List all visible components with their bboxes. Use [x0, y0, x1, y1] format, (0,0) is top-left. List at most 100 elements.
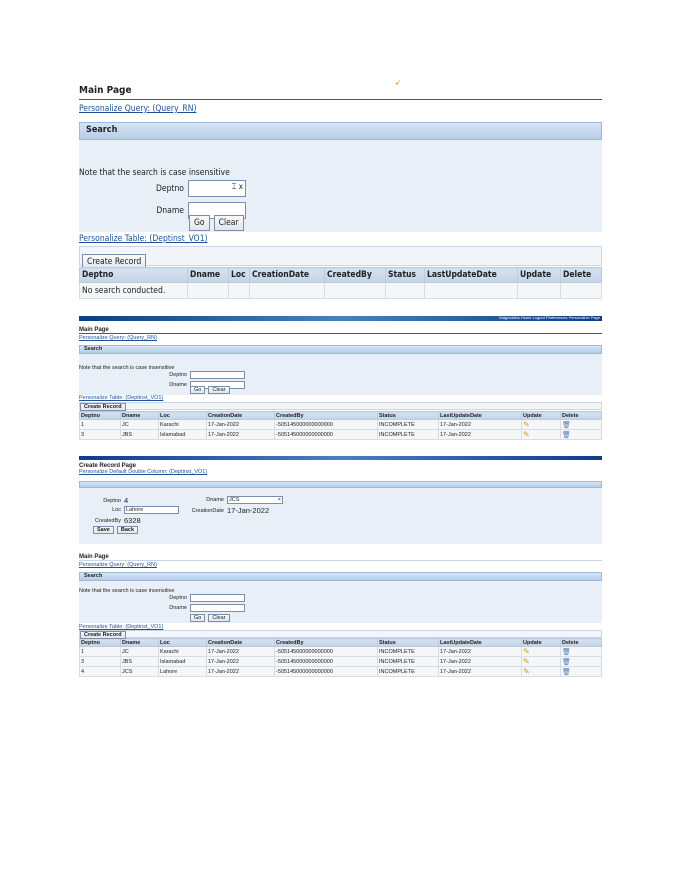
- personalize-query-link[interactable]: Personalize Query: (Query_RN): [79, 335, 602, 341]
- deptno-label: Deptno: [103, 497, 121, 504]
- form-area: Deptno 4 Dname JCS × Loc Lahore Creation…: [79, 488, 602, 544]
- deptno-label: Deptno: [169, 595, 187, 601]
- table-toolbar: Create Record: [79, 630, 602, 639]
- createdby-value: 6328: [124, 516, 141, 525]
- screenshot-main-page-after-insert: Main Page Personalize Query: (Query_RN) …: [79, 554, 602, 677]
- go-button[interactable]: Go: [190, 386, 206, 394]
- go-button[interactable]: Go: [189, 215, 210, 231]
- cell-loc: Karachi: [158, 646, 207, 657]
- screenshot-create-record: Create Record Page Personalize Default D…: [79, 456, 602, 544]
- loc-label: Loc: [112, 507, 121, 513]
- col-status[interactable]: Status: [377, 411, 439, 420]
- table-header-row: Deptno Dname Loc CreationDate CreatedBy …: [79, 267, 602, 283]
- dname-label: Dname: [156, 205, 184, 216]
- global-links[interactable]: Diagnostics Home Logout Preferences Pers…: [499, 315, 600, 320]
- col-deptno[interactable]: Deptno: [79, 411, 121, 420]
- table-row: 4 JCS Lahore 17-Jan-2022 -50514500000000…: [79, 666, 602, 677]
- col-loc[interactable]: Loc: [228, 267, 250, 283]
- screenshot-main-page-results: Diagnostics Home Logout Preferences Pers…: [79, 315, 602, 440]
- table-row: No search conducted.: [79, 282, 602, 299]
- col-dname[interactable]: Dname: [120, 638, 159, 647]
- cell-creationdate: 17-Jan-2022: [206, 646, 275, 657]
- col-loc[interactable]: Loc: [158, 638, 207, 647]
- table-row: 1 JC Karachi 17-Jan-2022 -50514500000000…: [79, 646, 602, 657]
- col-creationdate[interactable]: CreationDate: [206, 638, 275, 647]
- clear-x-icon[interactable]: ×: [278, 497, 281, 503]
- cell-lastupdatedate: 17-Jan-2022: [438, 656, 522, 667]
- col-creationdate[interactable]: CreationDate: [206, 411, 275, 420]
- page-title: Main Page: [79, 321, 602, 334]
- col-createdby[interactable]: CreatedBy: [274, 411, 378, 420]
- search-area: Note that the search is case insensitive…: [79, 140, 602, 232]
- col-deptno[interactable]: Deptno: [79, 267, 188, 283]
- personalize-query-link[interactable]: Personalize Query: (Query_RN): [79, 104, 602, 114]
- col-update: Update: [521, 411, 561, 420]
- col-lastupdatedate[interactable]: LastUpdateDate: [438, 638, 522, 647]
- clear-button[interactable]: Clear: [208, 386, 230, 394]
- cell-deptno: 1: [79, 646, 121, 657]
- empty-message: No search conducted.: [79, 282, 188, 299]
- pencil-icon[interactable]: ✎: [523, 430, 530, 439]
- personalize-table-link[interactable]: Personalize Table: (Deptinst_VO1): [79, 234, 208, 244]
- col-deptno[interactable]: Deptno: [79, 638, 121, 647]
- page-title: Main Page: [79, 554, 602, 561]
- go-button[interactable]: Go: [190, 614, 206, 622]
- cell-deptno: 1: [79, 419, 121, 430]
- col-createdby[interactable]: CreatedBy: [274, 638, 378, 647]
- table-toolbar: Create Record: [79, 402, 602, 411]
- create-record-button[interactable]: Create Record: [80, 631, 126, 639]
- cell-createdby: -505145000000000000: [274, 419, 378, 430]
- col-status[interactable]: Status: [377, 638, 439, 647]
- create-record-button[interactable]: Create Record: [80, 403, 126, 411]
- page-title: Create Record Page: [79, 463, 137, 469]
- col-loc[interactable]: Loc: [158, 411, 207, 420]
- pencil-icon[interactable]: ✎: [523, 657, 530, 666]
- cell-dname: JBS: [120, 656, 159, 667]
- col-dname[interactable]: Dname: [120, 411, 159, 420]
- loc-input[interactable]: Lahore: [124, 506, 179, 514]
- save-button[interactable]: Save: [93, 526, 114, 534]
- pencil-icon[interactable]: ✎: [523, 667, 530, 676]
- pencil-icon[interactable]: ✎: [523, 647, 530, 656]
- trash-icon[interactable]: 🗑: [562, 659, 571, 666]
- trash-icon[interactable]: 🗑: [562, 422, 571, 429]
- loc-input-value: Lahore: [126, 507, 144, 513]
- table-row: 3 JBS Islamabad 17-Jan-2022 -50514500000…: [79, 656, 602, 667]
- createdby-label: CreatedBy: [95, 517, 121, 524]
- col-createdby[interactable]: CreatedBy: [324, 267, 386, 283]
- personalize-query-link[interactable]: Personalize Query: (Query_RN): [79, 562, 602, 568]
- col-dname[interactable]: Dname: [187, 267, 229, 283]
- personalize-table-link[interactable]: Personalize Table: (Deptinst_VO1): [79, 395, 163, 401]
- back-button[interactable]: Back: [116, 526, 139, 534]
- deptno-input[interactable]: [190, 594, 245, 602]
- personalize-link[interactable]: Personalize Default Double Column: (Dept…: [79, 469, 602, 475]
- deptno-input[interactable]: ⌶ x: [188, 180, 246, 197]
- dname-input[interactable]: [190, 604, 245, 612]
- col-lastupdatedate[interactable]: LastUpdateDate: [438, 411, 522, 420]
- cell-dname: JBS: [120, 429, 159, 440]
- table-row: 1 JC Karachi 17-Jan-2022 -50514500000000…: [79, 419, 602, 430]
- deptno-input[interactable]: [190, 371, 245, 379]
- clear-button[interactable]: Clear: [213, 215, 244, 231]
- cell-loc: Islamabad: [158, 429, 207, 440]
- trash-icon[interactable]: 🗑: [562, 432, 571, 439]
- cell-dname: JC: [120, 419, 159, 430]
- trash-icon[interactable]: 🗑: [562, 649, 571, 656]
- clear-button[interactable]: Clear: [208, 614, 230, 622]
- col-lastupdatedate[interactable]: LastUpdateDate: [424, 267, 518, 283]
- trash-icon[interactable]: 🗑: [562, 669, 571, 676]
- creationdate-value: 17-Jan-2022: [227, 506, 270, 515]
- cell-deptno: 3: [79, 429, 121, 440]
- pencil-icon[interactable]: ✎: [523, 420, 530, 429]
- results-table: Deptno Dname Loc CreationDate CreatedBy …: [79, 638, 602, 677]
- col-creationdate[interactable]: CreationDate: [249, 267, 325, 283]
- cell-createdby: -505145000000000000: [274, 646, 378, 657]
- cell-deptno: 3: [79, 656, 121, 667]
- form-section-header: [79, 481, 602, 488]
- dname-input[interactable]: JCS ×: [227, 496, 283, 504]
- dname-label: Dname: [206, 497, 224, 503]
- col-status[interactable]: Status: [385, 267, 425, 283]
- page-title: Main Page: [79, 78, 602, 100]
- results-table: Deptno Dname Loc CreationDate CreatedBy …: [79, 267, 602, 299]
- dname-label: Dname: [169, 605, 187, 611]
